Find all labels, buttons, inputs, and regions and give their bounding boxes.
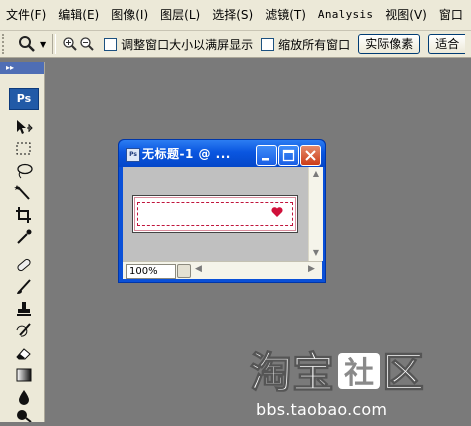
vertical-scrollbar[interactable]: ▲ ▼ — [308, 167, 323, 261]
brush-icon[interactable] — [14, 278, 34, 296]
ps-logo[interactable]: Ps — [9, 88, 39, 110]
maximize-button[interactable] — [278, 145, 299, 166]
options-grip[interactable] — [2, 34, 10, 54]
lasso-icon[interactable] — [14, 162, 34, 180]
heart-icon — [271, 206, 283, 218]
actual-pixels-button[interactable]: 实际像素 — [358, 34, 421, 54]
scroll-right-arrow-icon[interactable]: ▶ — [308, 264, 315, 274]
marquee-icon[interactable] — [14, 140, 34, 158]
document-window[interactable]: Ps 无标题-1 @ ... ▲ ▼ 100% ◀ ▶ — [118, 139, 326, 283]
tool-preset-caret-icon[interactable]: ▼ — [40, 40, 46, 49]
document-title-bar[interactable]: Ps 无标题-1 @ ... — [119, 140, 325, 167]
zoom-all-windows-label: 缩放所有窗口 — [278, 37, 351, 52]
fit-screen-button[interactable]: 适合 — [428, 34, 466, 54]
status-menu-button[interactable] — [177, 264, 191, 278]
healing-brush-icon[interactable] — [14, 256, 34, 274]
close-icon — [305, 150, 316, 161]
document-canvas-area[interactable] — [123, 167, 308, 261]
menu-filter[interactable]: 滤镜(T) — [259, 0, 312, 30]
menu-file[interactable]: 文件(F) — [0, 0, 52, 30]
image-dashed-frame — [137, 202, 293, 226]
document-title: 无标题-1 @ ... — [142, 147, 231, 161]
resize-windows-label: 调整窗口大小以满屏显示 — [121, 37, 254, 52]
ps-document-icon: Ps — [126, 148, 140, 162]
zoom-all-windows-checkbox[interactable]: 缩放所有窗口 — [261, 36, 350, 53]
gradient-icon[interactable] — [14, 366, 34, 384]
menu-select[interactable]: 选择(S) — [206, 0, 259, 30]
history-brush-icon[interactable] — [14, 322, 34, 340]
dodge-icon[interactable] — [14, 408, 34, 426]
blur-icon[interactable] — [14, 388, 34, 406]
options-bar: ▼ 调整窗口大小以满屏显示 缩放所有窗口 实际像素 适合 — [0, 31, 471, 58]
zoom-level-field[interactable]: 100% — [126, 264, 176, 279]
menu-layer[interactable]: 图层(L) — [154, 0, 206, 30]
close-button[interactable] — [300, 145, 321, 166]
menu-view[interactable]: 视图(V) — [379, 0, 433, 30]
zoom-in-icon[interactable] — [62, 36, 78, 52]
scroll-down-arrow-icon[interactable]: ▼ — [310, 247, 322, 259]
zoom-out-icon[interactable] — [79, 36, 95, 52]
zoom-tool-icon[interactable] — [18, 35, 36, 53]
minimize-icon — [262, 158, 269, 161]
eraser-icon[interactable] — [14, 344, 34, 362]
scroll-left-arrow-icon[interactable]: ◀ — [195, 264, 202, 274]
taobao-bbs-url: bbs.taobao.com — [256, 400, 388, 419]
toolbox: ▸▸ Ps — [0, 62, 45, 422]
menu-edit[interactable]: 编辑(E) — [52, 0, 105, 30]
document-image[interactable] — [132, 195, 298, 233]
magic-wand-icon[interactable] — [14, 184, 34, 202]
separator — [52, 34, 57, 54]
menu-image[interactable]: 图像(I) — [105, 0, 154, 30]
minimize-button[interactable] — [256, 145, 277, 166]
svg-text:区: 区 — [382, 348, 424, 395]
menu-analysis[interactable]: Analysis — [312, 0, 379, 30]
checkbox-box[interactable] — [261, 37, 275, 51]
svg-text:淘宝: 淘宝 — [250, 348, 334, 395]
move-icon[interactable] — [14, 118, 34, 136]
document-status-bar: 100% ◀ ▶ — [123, 261, 322, 279]
taobao-community-logo: 淘宝 社 区 — [248, 345, 458, 398]
menu-window[interactable]: 窗口 — [433, 0, 469, 30]
scroll-up-arrow-icon[interactable]: ▲ — [310, 168, 322, 180]
maximize-icon — [282, 149, 295, 162]
menu-bar: 文件(F) 编辑(E) 图像(I) 图层(L) 选择(S) 滤镜(T) Anal… — [0, 0, 471, 31]
crop-icon[interactable] — [14, 206, 34, 224]
checkbox-box[interactable] — [104, 37, 118, 51]
clone-stamp-icon[interactable] — [14, 300, 34, 318]
resize-windows-checkbox[interactable]: 调整窗口大小以满屏显示 — [104, 36, 253, 53]
toolbox-grip[interactable]: ▸▸ — [0, 62, 44, 74]
svg-text:社: 社 — [344, 356, 374, 391]
eyedropper-icon[interactable] — [14, 228, 34, 246]
